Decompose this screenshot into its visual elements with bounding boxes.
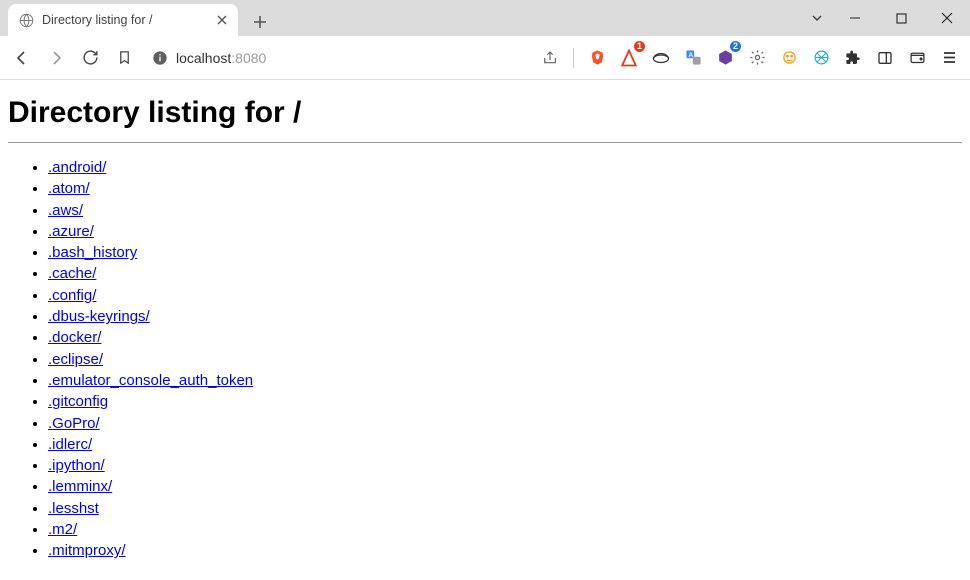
reload-button[interactable] — [76, 44, 104, 72]
list-item: .m2/ — [48, 519, 962, 540]
directory-link[interactable]: .eclipse/ — [48, 351, 103, 368]
browser-tab[interactable]: Directory listing for / — [8, 4, 238, 36]
directory-link[interactable]: .emulator_console_auth_token — [48, 372, 253, 389]
menu-button[interactable] — [936, 44, 962, 72]
page-viewport[interactable]: Directory listing for / .android/ .atom/.… — [0, 80, 970, 580]
list-item: .lesshst — [48, 498, 962, 519]
directory-link[interactable]: .dbus-keyrings/ — [48, 308, 150, 325]
list-item: .docker/ — [48, 327, 962, 348]
bookmark-button[interactable] — [110, 44, 138, 72]
extension-1-icon[interactable] — [648, 44, 674, 72]
page-content: Directory listing for / .android/ .atom/.… — [0, 80, 970, 580]
address-bar[interactable]: localhost:8080 — [144, 43, 531, 73]
list-item: .eclipse/ — [48, 349, 962, 370]
site-info-icon[interactable] — [152, 50, 168, 66]
page-heading: Directory listing for / — [8, 96, 962, 130]
back-button[interactable] — [8, 44, 36, 72]
directory-list: .android/ .atom/ .aws/ .azure/ .bash_history… — [8, 157, 962, 562]
tab-title: Directory listing for / — [42, 13, 206, 27]
minimize-button[interactable] — [832, 0, 878, 36]
list-item: .config/ — [48, 285, 962, 306]
wallet-icon[interactable] — [904, 44, 930, 72]
directory-link[interactable]: .GoPro/ — [48, 415, 100, 432]
forward-button[interactable] — [42, 44, 70, 72]
directory-link[interactable]: .bash_history — [48, 244, 137, 261]
extension-3-icon[interactable] — [776, 44, 802, 72]
directory-link[interactable]: .cache/ — [48, 265, 96, 282]
address-text: localhost:8080 — [176, 50, 266, 66]
list-item: .azure/ — [48, 221, 962, 242]
directory-link[interactable]: .lesshst — [48, 500, 99, 517]
directory-link[interactable]: .idlerc/ — [48, 436, 92, 453]
list-item: .GoPro/ — [48, 413, 962, 434]
directory-link[interactable]: .config/ — [48, 287, 96, 304]
window-controls — [802, 0, 970, 36]
directory-link[interactable]: .lemminx/ — [48, 478, 112, 495]
address-port: :8080 — [231, 50, 266, 66]
brave-icon[interactable] — [584, 44, 610, 72]
list-item: .emulator_console_auth_token — [48, 370, 962, 391]
settings-gear-icon[interactable] — [744, 44, 770, 72]
directory-link[interactable]: .ipython/ — [48, 457, 105, 474]
toolbar-right: 1 A 2 — [537, 44, 962, 72]
titlebar: Directory listing for / — [0, 0, 970, 36]
toolbar: localhost:8080 1 A 2 — [0, 36, 970, 80]
list-item: .mitmproxy/ — [48, 540, 962, 561]
sidepanel-icon[interactable] — [872, 44, 898, 72]
share-button[interactable] — [537, 44, 563, 72]
list-item: .lemminx/ — [48, 476, 962, 497]
list-item: .aws/ — [48, 200, 962, 221]
shield-icon[interactable]: 1 — [616, 44, 642, 72]
address-host: localhost — [176, 50, 231, 66]
extension-4-icon[interactable] — [808, 44, 834, 72]
list-item: .ipython/ — [48, 455, 962, 476]
directory-link[interactable]: .docker/ — [48, 329, 101, 346]
directory-link[interactable]: .m2/ — [48, 521, 77, 538]
separator — [573, 48, 574, 68]
list-item: .bash_history — [48, 242, 962, 263]
directory-link[interactable]: .aws/ — [48, 202, 83, 219]
directory-link[interactable]: .atom/ — [48, 180, 90, 197]
close-window-button[interactable] — [924, 0, 970, 36]
list-item: .android/ — [48, 157, 962, 178]
list-item: .cache/ — [48, 263, 962, 284]
list-item: .atom/ — [48, 178, 962, 199]
tab-search-button[interactable] — [802, 0, 832, 36]
directory-link[interactable]: .android/ — [48, 159, 106, 176]
translate-icon[interactable]: A — [680, 44, 706, 72]
extension-2-icon[interactable]: 2 — [712, 44, 738, 72]
list-item: .gitconfig — [48, 391, 962, 412]
directory-link[interactable]: .gitconfig — [48, 393, 108, 410]
svg-text:A: A — [688, 52, 693, 59]
list-item: .idlerc/ — [48, 434, 962, 455]
ext-badge: 2 — [730, 41, 741, 52]
globe-icon — [18, 12, 34, 28]
shield-badge: 1 — [634, 41, 645, 52]
tab-close-button[interactable] — [214, 12, 230, 28]
list-item: .dbus-keyrings/ — [48, 306, 962, 327]
maximize-button[interactable] — [878, 0, 924, 36]
new-tab-button[interactable] — [246, 8, 274, 36]
directory-link[interactable]: .azure/ — [48, 223, 94, 240]
directory-link[interactable]: .mitmproxy/ — [48, 542, 126, 559]
divider — [8, 142, 962, 143]
extensions-puzzle-icon[interactable] — [840, 44, 866, 72]
